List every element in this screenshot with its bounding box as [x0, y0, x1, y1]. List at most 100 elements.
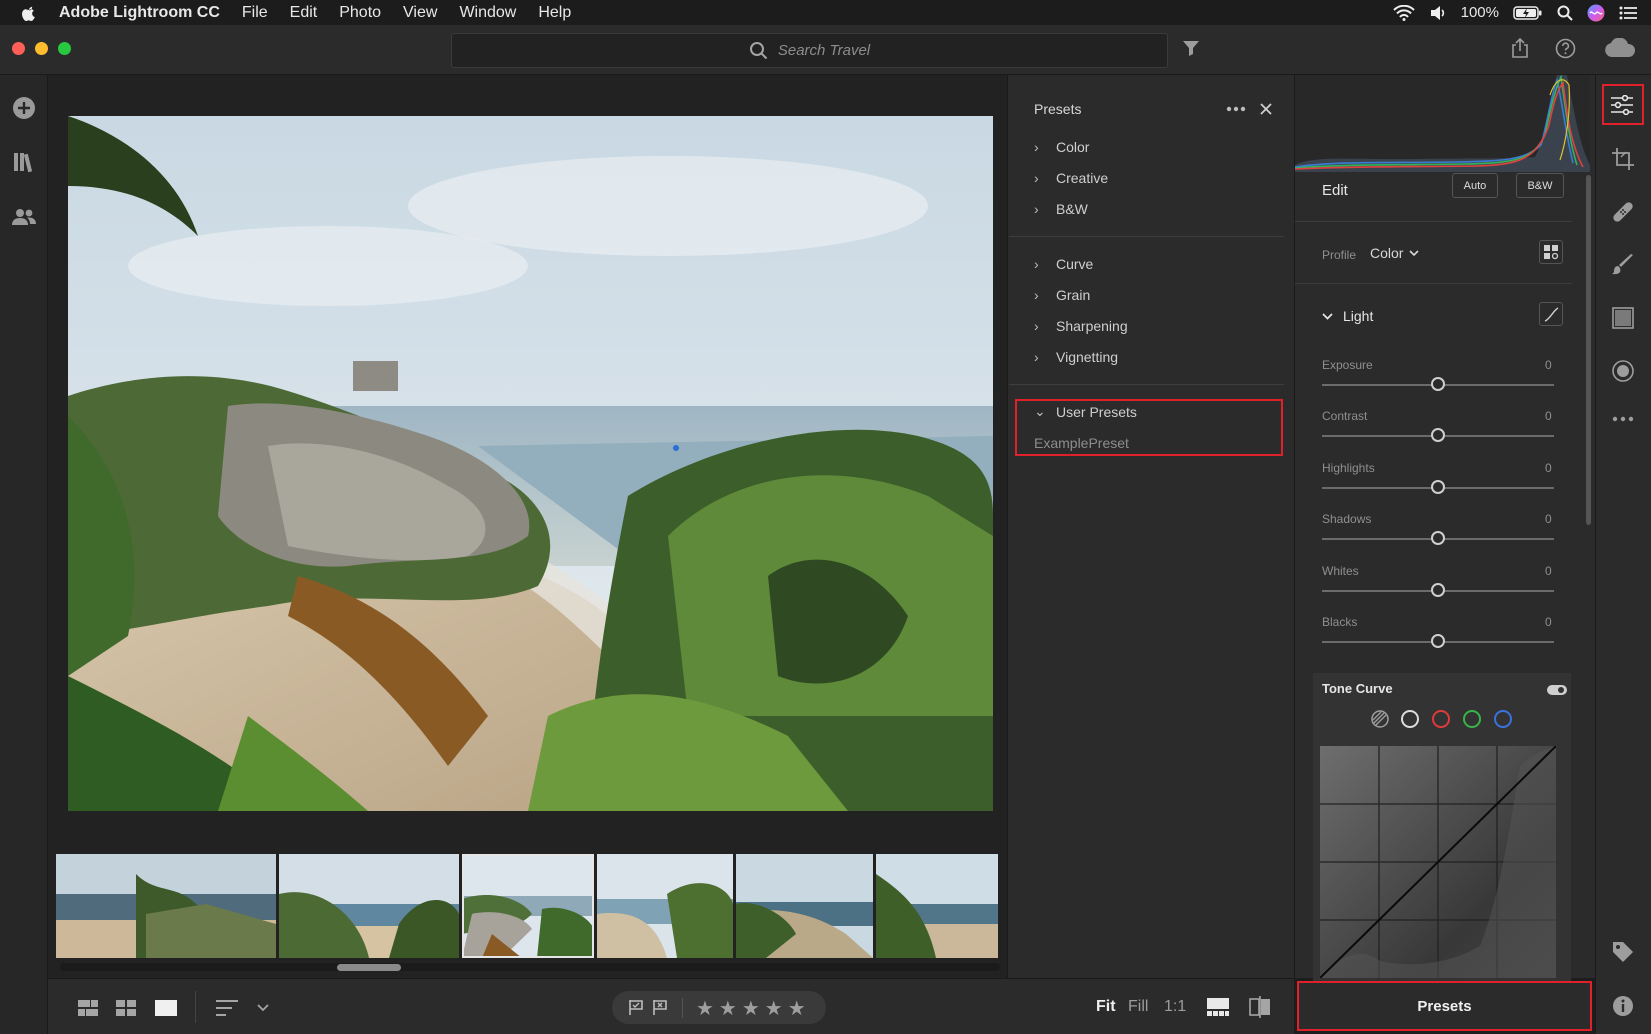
detail-view-icon[interactable]: [155, 1000, 177, 1016]
spotlight-search-icon[interactable]: [1557, 5, 1573, 21]
menu-help[interactable]: Help: [538, 4, 571, 22]
slider-handle[interactable]: [1431, 480, 1445, 494]
profile-browser-button[interactable]: [1539, 240, 1563, 264]
light-section-header[interactable]: Light: [1322, 308, 1373, 324]
filmstrip-thumbnail[interactable]: [56, 854, 276, 958]
more-tools-icon[interactable]: [1612, 416, 1634, 422]
chevron-right-icon: ›: [1034, 256, 1039, 272]
green-channel-circle-icon[interactable]: [1462, 709, 1482, 729]
help-icon[interactable]: [1555, 38, 1576, 59]
slider-handle[interactable]: [1431, 583, 1445, 597]
slider-label: Shadows: [1322, 512, 1372, 526]
healing-brush-icon[interactable]: [1612, 201, 1634, 223]
preset-group-vignetting[interactable]: › Vignetting: [1034, 349, 1118, 365]
square-grid-view-icon[interactable]: [116, 1000, 136, 1016]
zoom-one-to-one[interactable]: 1:1: [1164, 998, 1186, 1016]
zoom-window-button[interactable]: [58, 42, 71, 55]
people-icon[interactable]: [12, 205, 36, 229]
crop-icon[interactable]: [1612, 148, 1634, 170]
more-options-icon[interactable]: [1226, 106, 1246, 112]
preset-group-grain[interactable]: › Grain: [1034, 287, 1090, 303]
info-icon[interactable]: [1612, 995, 1634, 1017]
main-photo[interactable]: [68, 116, 993, 811]
preset-group-user-presets[interactable]: ⌄ User Presets: [1034, 403, 1137, 420]
parametric-curve-icon[interactable]: [1370, 709, 1390, 729]
notification-center-icon[interactable]: [1619, 6, 1637, 20]
rgb-curve-circle-icon[interactable]: [1400, 709, 1420, 729]
cloud-sync-icon[interactable]: [1604, 38, 1636, 58]
pick-flag-icon[interactable]: [628, 999, 644, 1016]
blue-channel-circle-icon[interactable]: [1493, 709, 1513, 729]
close-window-button[interactable]: [12, 42, 25, 55]
slider-value: 0: [1545, 564, 1552, 578]
slider-handle[interactable]: [1431, 531, 1445, 545]
filmstrip-thumbnail[interactable]: [876, 854, 998, 958]
slider-label: Highlights: [1322, 461, 1375, 475]
reject-flag-icon[interactable]: [652, 999, 668, 1016]
tone-curve-graph[interactable]: [1319, 745, 1557, 979]
menu-photo[interactable]: Photo: [339, 4, 381, 22]
slider-handle[interactable]: [1431, 634, 1445, 648]
preset-group-bw[interactable]: › B&W: [1034, 201, 1088, 217]
red-channel-circle-icon[interactable]: [1431, 709, 1451, 729]
preset-group-label: Color: [1056, 139, 1090, 155]
user-preset-item[interactable]: ExamplePreset: [1034, 435, 1129, 451]
filmstrip-scroll-track[interactable]: [60, 963, 1000, 971]
app-name-menu[interactable]: Adobe Lightroom CC: [59, 4, 220, 22]
filmstrip-thumbnail[interactable]: [736, 854, 873, 958]
edit-sliders-icon[interactable]: [1611, 95, 1633, 115]
zoom-fit[interactable]: Fit: [1096, 998, 1116, 1016]
filter-icon[interactable]: [1182, 40, 1200, 56]
share-icon[interactable]: [1511, 38, 1529, 58]
auto-button[interactable]: Auto: [1452, 173, 1498, 198]
point-curve-button[interactable]: [1539, 302, 1563, 326]
preset-group-curve[interactable]: › Curve: [1034, 256, 1093, 272]
wifi-icon[interactable]: [1392, 4, 1415, 21]
presets-button[interactable]: Presets: [1297, 981, 1592, 1031]
star-rating[interactable]: ★★★★★: [696, 996, 811, 1021]
divider: [682, 998, 683, 1018]
slider-handle[interactable]: [1431, 377, 1445, 391]
battery-icon[interactable]: [1513, 5, 1543, 20]
menu-view[interactable]: View: [403, 4, 437, 22]
menu-edit[interactable]: Edit: [290, 4, 318, 22]
close-panel-icon[interactable]: [1260, 103, 1272, 115]
edit-panel: Edit Auto B&W Profile Color Light Exposu…: [1294, 74, 1595, 983]
siri-icon[interactable]: [1587, 4, 1605, 22]
filmstrip-thumbnail[interactable]: [597, 854, 733, 958]
keywords-tag-icon[interactable]: [1612, 941, 1634, 963]
apple-logo-icon[interactable]: [20, 4, 38, 22]
filmstrip-scrollbar[interactable]: [337, 964, 401, 971]
menu-file[interactable]: File: [242, 4, 268, 22]
chevron-down-icon: ⌄: [1034, 403, 1046, 419]
sort-icon[interactable]: [216, 999, 238, 1017]
chevron-right-icon: ›: [1034, 170, 1039, 186]
menu-window[interactable]: Window: [459, 4, 516, 22]
compare-view-icon[interactable]: [1249, 996, 1271, 1018]
preset-group-label: Creative: [1056, 170, 1109, 186]
filmstrip-thumbnail-selected[interactable]: [462, 854, 594, 958]
chevron-down-icon[interactable]: [257, 1004, 269, 1012]
minimize-window-button[interactable]: [35, 42, 48, 55]
edit-panel-scrollbar[interactable]: [1586, 175, 1591, 525]
bw-button[interactable]: B&W: [1516, 173, 1564, 198]
preset-group-creative[interactable]: › Creative: [1034, 170, 1108, 186]
slider-handle[interactable]: [1431, 428, 1445, 442]
tone-curve-toggle[interactable]: [1547, 685, 1567, 695]
radial-gradient-icon[interactable]: [1612, 360, 1634, 382]
preset-group-sharpening[interactable]: › Sharpening: [1034, 318, 1128, 334]
preset-group-label: Curve: [1056, 256, 1094, 272]
filmstrip-toggle-icon[interactable]: [1207, 998, 1229, 1016]
brush-icon[interactable]: [1612, 254, 1634, 276]
linear-gradient-icon[interactable]: [1612, 307, 1634, 329]
zoom-fill[interactable]: Fill: [1128, 998, 1148, 1016]
library-icon[interactable]: [12, 150, 36, 174]
chevron-right-icon: ›: [1034, 349, 1039, 365]
filmstrip-thumbnail[interactable]: [279, 854, 459, 958]
add-photos-icon[interactable]: [12, 96, 36, 120]
photo-grid-view-icon[interactable]: [78, 1000, 98, 1016]
volume-icon[interactable]: [1429, 5, 1447, 21]
preset-group-color[interactable]: › Color: [1034, 139, 1089, 155]
profile-dropdown[interactable]: Color: [1370, 245, 1420, 261]
search-input[interactable]: Search Travel: [451, 33, 1168, 68]
